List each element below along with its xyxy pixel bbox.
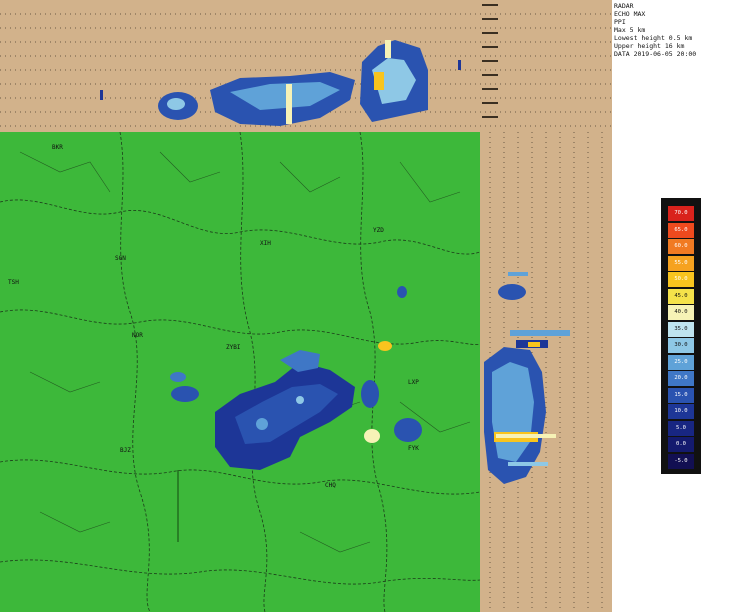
- info-line: Max 5 km: [614, 26, 646, 34]
- radar-map-panel: BKR SGN TSH XIH NOR ZYBI YZD LXP BJZ CHQ…: [0, 132, 480, 612]
- top-axis-ticks: [482, 4, 498, 118]
- place-label: BKR: [52, 144, 63, 151]
- place-label: CHQ: [325, 482, 336, 489]
- place-label: SGN: [115, 255, 126, 262]
- place-label: LXP: [408, 379, 419, 386]
- info-line: RADAR: [614, 2, 634, 10]
- legend-color-cell: 50.0: [668, 272, 694, 287]
- side-cross-section-svg: [484, 132, 603, 612]
- legend-color-cell: 25.0: [668, 354, 694, 370]
- place-label: ZYBI: [226, 344, 241, 351]
- legend-color-cell: 55.0: [668, 255, 694, 271]
- info-line: Upper height 16 km: [614, 42, 685, 50]
- info-line: DATA 2019-06-05 20:00: [614, 50, 697, 58]
- admin-boundaries: [0, 132, 480, 612]
- radar-echoes: [170, 286, 422, 470]
- radar-map-svg: BKR SGN TSH XIH NOR ZYBI YZD LXP BJZ CHQ…: [0, 132, 480, 612]
- place-label: BJZ: [120, 447, 131, 454]
- side-echo-blobs: [484, 272, 570, 484]
- legend-color-cell: 70.0: [668, 206, 694, 221]
- place-label: NOR: [132, 332, 143, 339]
- map-place-labels: BKR SGN TSH XIH NOR ZYBI YZD LXP BJZ CHQ…: [8, 144, 419, 489]
- legend-color-cell: 60.0: [668, 239, 694, 254]
- place-label: FYK: [408, 445, 419, 452]
- side-cross-section-panel: [480, 132, 612, 612]
- district-lines: [19, 151, 471, 553]
- top-cross-section-panel: [0, 0, 612, 132]
- info-box: RADAR ECHO MAX PPI Max 5 km Lowest heigh…: [614, 2, 750, 58]
- legend-color-cell: 35.0: [668, 321, 694, 337]
- legend-color-cell: 0.0: [668, 437, 694, 452]
- legend-color-cell: 65.0: [668, 222, 694, 238]
- legend-color-cell: -5.0: [668, 453, 694, 469]
- legend-color-cell: 30.0: [668, 338, 694, 353]
- legend-color-cell: 20.0: [668, 371, 694, 386]
- top-cross-section-svg: [0, 4, 612, 127]
- legend-color-cell: 15.0: [668, 387, 694, 403]
- info-line: PPI: [614, 18, 626, 26]
- legend-color-cell: 5.0: [668, 420, 694, 436]
- place-label: TSH: [8, 279, 19, 286]
- legend-color-cell: 45.0: [668, 288, 694, 304]
- info-line: ECHO MAX: [614, 10, 646, 18]
- place-label: YZD: [373, 227, 384, 234]
- place-label: XIH: [260, 240, 271, 247]
- legend-color-cell: 40.0: [668, 305, 694, 320]
- legend-color-cell: 10.0: [668, 404, 694, 419]
- info-line: Lowest height 0.5 km: [614, 34, 693, 42]
- dbz-color-legend: 70.0 65.0 60.0 55.0 50.0 45.0 40.0 35.0 30.0 25.0…: [661, 198, 701, 474]
- top-echo-blobs: [100, 40, 461, 126]
